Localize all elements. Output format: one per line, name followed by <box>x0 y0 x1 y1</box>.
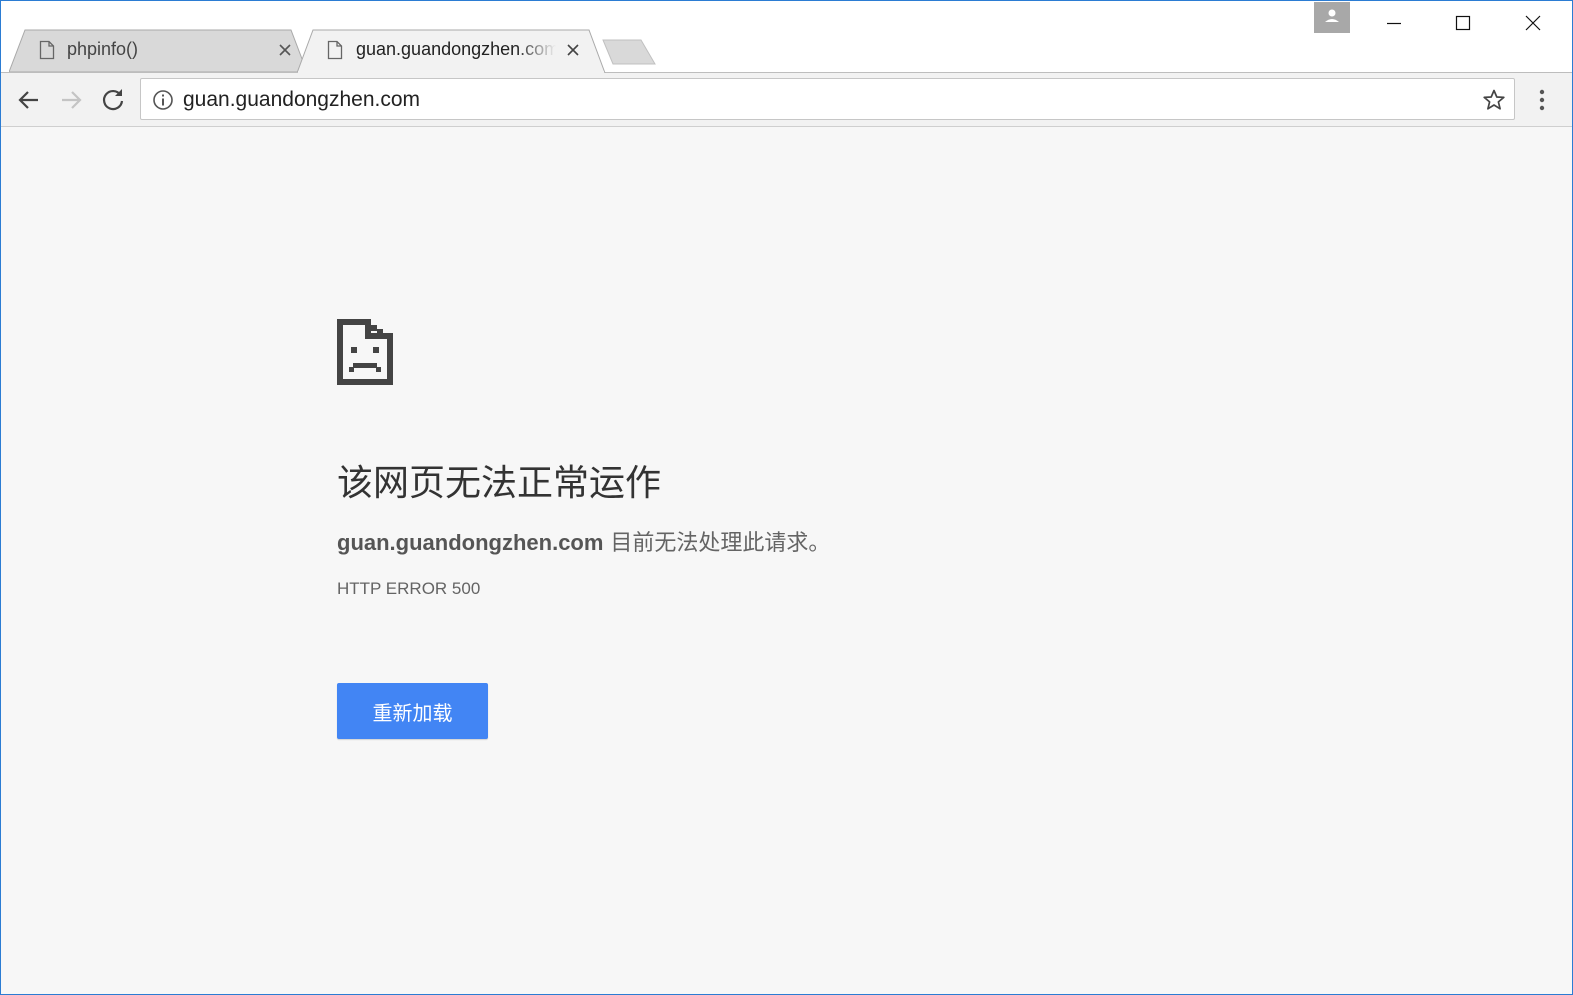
maximize-icon <box>1455 15 1471 31</box>
profile-button[interactable] <box>1314 2 1350 33</box>
new-tab-button[interactable] <box>601 39 657 65</box>
close-icon <box>1525 15 1541 31</box>
person-icon <box>1325 9 1339 22</box>
star-icon[interactable] <box>1482 88 1506 112</box>
error-host: guan.guandongzhen.com <box>337 530 604 555</box>
tab-title: phpinfo() <box>67 39 139 59</box>
browser-toolbar <box>1 72 1572 127</box>
error-description: guan.guandongzhen.com 目前无法处理此请求。 <box>337 525 830 557</box>
error-page: 该网页无法正常运作 guan.guandongzhen.com 目前无法处理此请… <box>1 127 1572 994</box>
minimize-icon <box>1387 22 1401 25</box>
page-icon <box>39 40 55 60</box>
tab-strip: phpinfo() guan.guandongzhen.com <box>1 1 1572 73</box>
back-arrow-icon[interactable] <box>15 86 43 114</box>
minimize-button[interactable] <box>1359 1 1429 45</box>
sad-page-icon <box>337 319 393 385</box>
error-message: 目前无法处理此请求。 <box>603 531 831 556</box>
reload-button[interactable]: 重新加载 <box>337 683 488 739</box>
close-icon[interactable] <box>277 42 293 58</box>
window-close-button[interactable] <box>1498 1 1568 45</box>
tab-title: guan.guandongzhen.com <box>356 39 556 59</box>
info-icon[interactable] <box>152 89 174 111</box>
page-icon <box>327 40 343 60</box>
reload-icon[interactable] <box>99 86 127 114</box>
more-vert-icon[interactable] <box>1531 86 1553 114</box>
maximize-button[interactable] <box>1428 1 1498 45</box>
browser-window: phpinfo() guan.guandongzhen.com guan.gua… <box>0 0 1573 995</box>
url-input[interactable] <box>183 87 1443 113</box>
close-icon[interactable] <box>565 42 581 58</box>
tab-phpinfo[interactable]: phpinfo() <box>9 29 307 72</box>
error-heading: 该网页无法正常运作 <box>337 463 662 504</box>
address-bar[interactable] <box>140 78 1515 120</box>
error-code: HTTP ERROR 500 <box>337 579 481 598</box>
forward-arrow-icon[interactable] <box>57 86 85 114</box>
tab-guan-guandongzhen[interactable]: guan.guandongzhen.com <box>297 29 609 73</box>
